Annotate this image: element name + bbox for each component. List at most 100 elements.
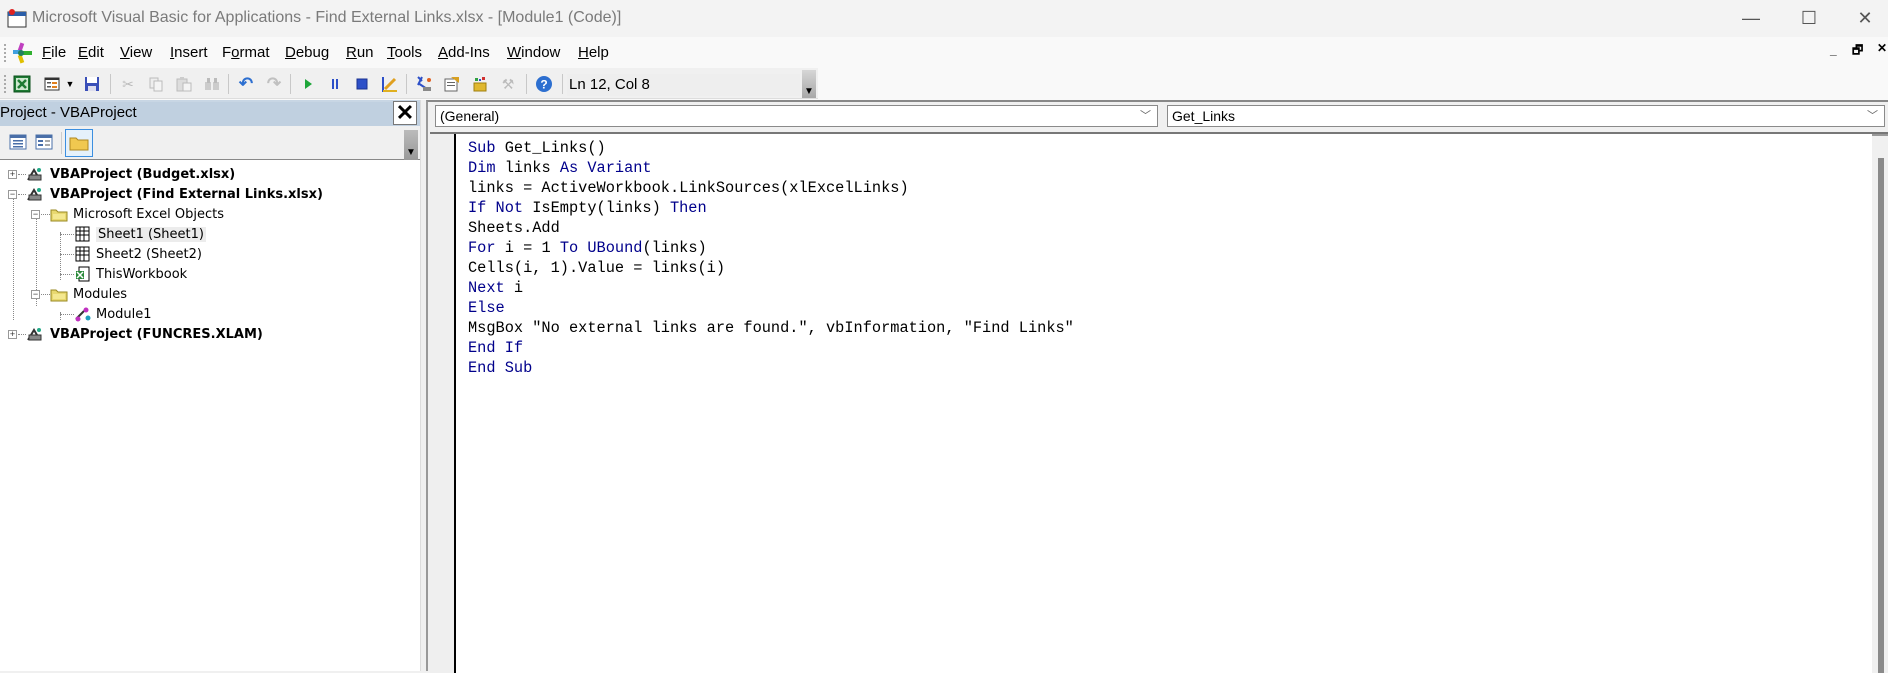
find-button[interactable] <box>202 74 222 94</box>
toolbar-separator <box>61 132 62 154</box>
code-line[interactable]: Sub Get_Links() <box>468 138 1074 158</box>
insert-dropdown-button[interactable]: ▼ <box>64 74 76 94</box>
tree-item-label: Microsoft Excel Objects <box>73 206 224 222</box>
vba-project-icon <box>27 188 42 201</box>
tree-connector <box>18 334 26 335</box>
standard-toolbar: ▼ ✂ ↶ ↷ ⚒ ? Ln 12, Col 8 ▼ <box>0 68 1888 100</box>
workbook-icon <box>76 266 90 282</box>
code-keyword: Else <box>468 299 505 317</box>
expand-icon[interactable]: + <box>8 170 17 179</box>
paste-button[interactable] <box>174 74 194 94</box>
code-line[interactable]: MsgBox "No external links are found.", v… <box>468 318 1074 338</box>
redo-button[interactable]: ↷ <box>264 74 284 94</box>
stop-icon <box>356 78 368 90</box>
code-token: links <box>495 159 560 177</box>
menu-view[interactable]: View <box>120 44 152 61</box>
view-excel-button[interactable] <box>12 74 32 94</box>
menu-debug[interactable]: Debug <box>285 44 329 61</box>
code-line[interactable]: If Not IsEmpty(links) Then <box>468 198 1074 218</box>
vba-system-menu-icon[interactable] <box>10 42 34 64</box>
tree-item[interactable]: VBAProject (FUNCRES.XLAM) <box>50 324 263 344</box>
object-dropdown[interactable]: (General) ﹀ <box>435 105 1158 127</box>
mdi-restore-button[interactable]: 🗗 <box>1852 41 1863 62</box>
menu-addins[interactable]: Add-Ins <box>438 44 490 61</box>
minimize-button[interactable]: — <box>1722 0 1780 37</box>
code-token: Sheets.Add <box>468 219 560 237</box>
code-line[interactable]: Dim links As Variant <box>468 158 1074 178</box>
code-line[interactable]: End Sub <box>468 358 1074 378</box>
copy-button[interactable] <box>146 74 166 94</box>
tree-connector <box>41 294 50 295</box>
collapse-icon[interactable]: − <box>8 190 17 199</box>
view-object-icon[interactable] <box>35 134 53 150</box>
margin-indicator-bar[interactable] <box>430 134 456 673</box>
run-button[interactable] <box>298 74 318 94</box>
code-line[interactable]: For i = 1 To UBound(links) <box>468 238 1074 258</box>
help-button[interactable]: ? <box>534 74 554 94</box>
mdi-close-button[interactable]: ✕ <box>1877 41 1887 55</box>
code-line[interactable]: End If <box>468 338 1074 358</box>
toolbar-grip[interactable] <box>4 75 6 93</box>
menu-grip[interactable] <box>4 44 6 62</box>
cut-button[interactable]: ✂ <box>118 74 138 94</box>
code-line[interactable]: Else <box>468 298 1074 318</box>
tree-item[interactable]: Modules <box>73 284 127 304</box>
tree-item-label: VBAProject (Find External Links.xlsx) <box>50 186 323 202</box>
collapse-icon[interactable]: − <box>31 210 40 219</box>
toggle-folders-button[interactable] <box>65 129 93 157</box>
code-keyword: End If <box>468 339 524 357</box>
object-browser-button[interactable] <box>470 74 490 94</box>
maximize-button[interactable]: ☐ <box>1780 0 1838 37</box>
menu-help[interactable]: Help <box>578 44 609 61</box>
toolbox-button[interactable]: ⚒ <box>498 74 518 94</box>
code-line[interactable]: Next i <box>468 278 1074 298</box>
project-panel-close-button[interactable]: ✕ <box>393 101 417 125</box>
undo-button[interactable]: ↶ <box>236 74 256 94</box>
expand-icon[interactable]: + <box>8 330 17 339</box>
overflow-icon: ▼ <box>406 147 416 158</box>
break-button[interactable] <box>325 74 345 94</box>
project-explorer-button[interactable] <box>414 74 434 94</box>
design-mode-button[interactable] <box>380 74 400 94</box>
code-editor[interactable]: Sub Get_Links() Dim links As Variant links… <box>430 132 1888 673</box>
vertical-scrollbar[interactable] <box>1872 134 1888 673</box>
tree-item[interactable]: VBAProject (Find External Links.xlsx) <box>50 184 323 204</box>
menu-window[interactable]: Window <box>507 44 560 61</box>
code-text[interactable]: Sub Get_Links() Dim links As Variant links… <box>468 138 1074 378</box>
minimize-icon: — <box>1742 8 1760 28</box>
insert-userform-button[interactable] <box>42 74 62 94</box>
mdi-minimize-button[interactable]: _ <box>1830 43 1837 57</box>
collapse-icon[interactable]: − <box>31 290 40 299</box>
menu-tools[interactable]: Tools <box>387 44 422 61</box>
tree-connector <box>18 174 26 175</box>
tree-item[interactable]: Sheet1 (Sheet1) <box>96 224 206 244</box>
scrollbar-thumb[interactable] <box>1878 158 1884 673</box>
tree-item[interactable]: VBAProject (Budget.xlsx) <box>50 164 235 184</box>
save-button[interactable] <box>82 74 102 94</box>
code-token: IsEmpty(links) <box>523 199 670 217</box>
close-window-button[interactable]: ✕ <box>1836 0 1888 37</box>
code-line[interactable]: links = ActiveWorkbook.LinkSources(xlExc… <box>468 178 1074 198</box>
toolbar-overflow-button[interactable]: ▼ <box>802 70 816 98</box>
view-code-icon[interactable] <box>9 134 27 150</box>
tree-item[interactable]: ThisWorkbook <box>96 264 187 284</box>
properties-window-button[interactable] <box>442 74 462 94</box>
menu-insert[interactable]: Insert <box>170 44 208 61</box>
menu-file[interactable]: File <box>42 44 66 61</box>
procedure-dropdown[interactable]: Get_Links ﹀ <box>1167 105 1885 127</box>
overflow-icon: ▼ <box>804 86 814 97</box>
tree-item[interactable]: Microsoft Excel Objects <box>73 204 224 224</box>
menu-format[interactable]: Format <box>222 44 270 61</box>
tree-connector <box>60 314 74 315</box>
tree-item[interactable]: Sheet2 (Sheet2) <box>96 244 202 264</box>
code-line[interactable]: Cells(i, 1).Value = links(i) <box>468 258 1074 278</box>
reset-button[interactable] <box>352 74 372 94</box>
vba-project-icon <box>27 168 42 181</box>
module-icon <box>75 307 91 322</box>
tree-item[interactable]: Module1 <box>96 304 152 324</box>
code-line[interactable]: Sheets.Add <box>468 218 1074 238</box>
menu-edit[interactable]: Edit <box>78 44 104 61</box>
menu-bar: File Edit View Insert Format Debug Run Tools Add… <box>0 37 1888 68</box>
project-toolbar-overflow-button[interactable]: ▼ <box>404 130 418 160</box>
menu-run[interactable]: Run <box>346 44 374 61</box>
